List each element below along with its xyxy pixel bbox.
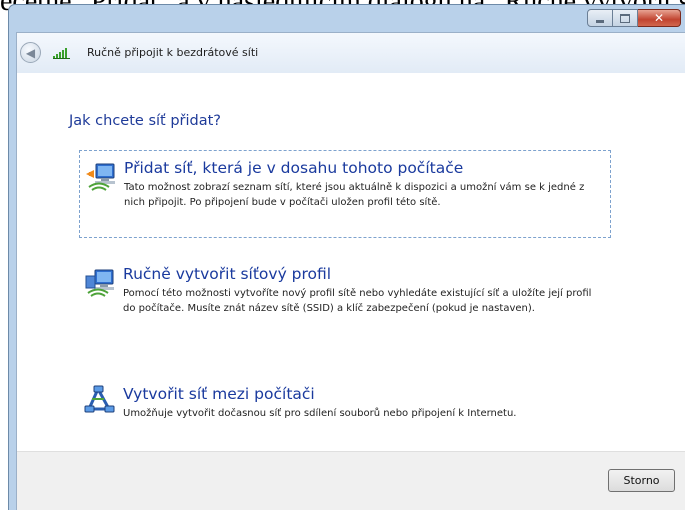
option-description: Umožňuje vytvořit dočasnou síť pro sdíle… (123, 408, 517, 419)
option-adhoc-network[interactable]: Vytvořit síť mezi počítači Umožňuje vytv… (79, 377, 611, 433)
option-manual-profile[interactable]: Ručně vytvořit síťový profil Pomocí této… (79, 257, 611, 341)
dialog-footer: Storno (17, 451, 685, 510)
option-title: Vytvořit síť mezi počítači (123, 385, 315, 403)
dialog-window: ✕ ◀ Ručně připojit k bezdrátové síti Jak… (8, 4, 685, 510)
dialog-client-area: ◀ Ručně připojit k bezdrátové síti Jak c… (16, 32, 685, 510)
option-add-network-in-range[interactable]: Přidat síť, která je v dosahu tohoto poč… (79, 150, 611, 238)
cancel-button[interactable]: Storno (608, 469, 675, 492)
window-title: Ručně připojit k bezdrátové síti (87, 46, 259, 59)
page-heading: Jak chcete síť přidat? (69, 113, 221, 129)
option-description: Pomocí této možnosti vytvoříte nový prof… (123, 288, 592, 314)
back-arrow-icon: ◀ (25, 45, 36, 60)
option-title: Ručně vytvořit síťový profil (123, 265, 332, 283)
wireless-signal-icon (53, 48, 70, 59)
close-button[interactable]: ✕ (638, 9, 681, 27)
wizard-header: ◀ Ručně připojit k bezdrátové síti (17, 33, 685, 73)
network-add-icon (86, 163, 115, 191)
minimize-button[interactable] (587, 9, 613, 27)
maximize-icon (620, 13, 630, 23)
back-button[interactable]: ◀ (20, 42, 41, 63)
network-profile-icon (85, 269, 114, 297)
minimize-icon (596, 19, 604, 23)
close-icon: ✕ (653, 11, 665, 25)
adhoc-network-icon (84, 385, 115, 413)
window-caption-buttons: ✕ (587, 9, 681, 27)
option-title: Přidat síť, která je v dosahu tohoto poč… (124, 159, 464, 177)
maximize-button[interactable] (613, 9, 638, 27)
option-description: Tato možnost zobrazí seznam sítí, které … (124, 182, 585, 208)
